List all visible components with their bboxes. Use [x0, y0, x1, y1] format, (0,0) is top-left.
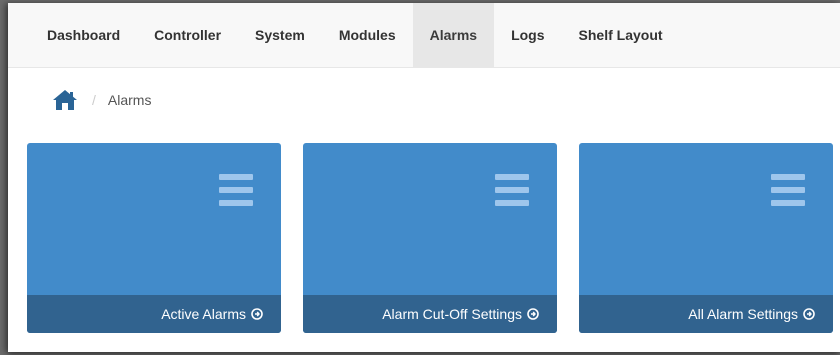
alarm-tiles: Active Alarms Alarm Cut-Off Settings All [27, 143, 840, 333]
arrow-circle-right-icon [803, 308, 815, 320]
tile-label: Active Alarms [161, 306, 246, 322]
tile-label: All Alarm Settings [688, 306, 798, 322]
app-window: Dashboard Controller System Modules Alar… [8, 3, 840, 352]
nav-logs[interactable]: Logs [494, 3, 561, 67]
tile-footer-alarm-cutoff-settings[interactable]: Alarm Cut-Off Settings [303, 295, 557, 333]
breadcrumb-current: Alarms [107, 91, 152, 108]
menu-icon [495, 174, 529, 208]
nav-alarms[interactable]: Alarms [412, 3, 495, 67]
tile-all-alarm-settings[interactable]: All Alarm Settings [579, 143, 833, 333]
nav-modules[interactable]: Modules [322, 3, 413, 67]
tile-footer-all-alarm-settings[interactable]: All Alarm Settings [579, 295, 833, 333]
tile-label: Alarm Cut-Off Settings [382, 306, 522, 322]
nav-controller[interactable]: Controller [137, 3, 238, 67]
top-navbar: Dashboard Controller System Modules Alar… [8, 3, 840, 68]
arrow-circle-right-icon [251, 308, 263, 320]
home-icon[interactable] [52, 89, 78, 111]
tile-active-alarms[interactable]: Active Alarms [27, 143, 281, 333]
nav-system[interactable]: System [238, 3, 322, 67]
tile-alarm-cutoff-settings[interactable]: Alarm Cut-Off Settings [303, 143, 557, 333]
menu-icon [771, 174, 805, 208]
breadcrumb: / Alarms [8, 68, 840, 131]
nav-shelf-layout[interactable]: Shelf Layout [562, 3, 680, 67]
menu-icon [219, 174, 253, 208]
breadcrumb-separator: / [92, 91, 96, 108]
nav-dashboard[interactable]: Dashboard [30, 3, 137, 67]
arrow-circle-right-icon [527, 308, 539, 320]
tile-footer-active-alarms[interactable]: Active Alarms [27, 295, 281, 333]
